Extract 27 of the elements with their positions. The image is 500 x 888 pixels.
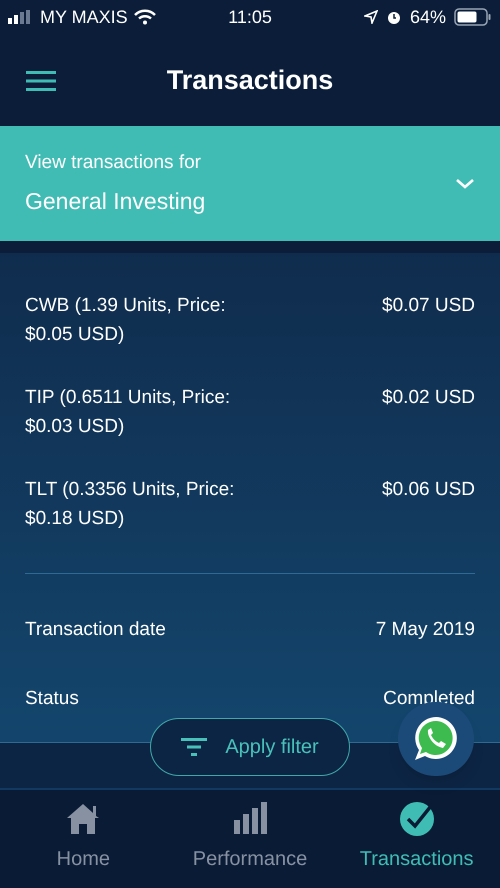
battery-icon	[454, 8, 492, 26]
tab-bar-item[interactable]: Transactions	[333, 790, 500, 888]
holding-amount: $0.06 USD	[382, 478, 475, 502]
holding-amount: $0.02 USD	[382, 386, 475, 410]
holding-amount: $0.07 USD	[382, 294, 475, 318]
detail-value: 7 May 2019	[376, 618, 475, 642]
clock-time: 11:05	[227, 6, 273, 28]
detail-label: Transaction date	[25, 618, 166, 642]
tab-bar-item[interactable]: Home	[0, 790, 167, 888]
screen-title: Transactions	[166, 64, 334, 97]
holding-description: TLT (0.3356 Units, Price: $0.18 USD)	[25, 478, 236, 531]
alarm-clock-icon	[386, 9, 402, 25]
menu-button[interactable]	[26, 68, 58, 94]
chevron-down-icon	[455, 178, 475, 190]
apply-filter-button[interactable]: Apply filter	[150, 718, 350, 776]
location-arrow-icon	[364, 10, 378, 24]
detail-label: Status	[25, 686, 79, 710]
menu-icon	[26, 71, 56, 91]
battery-percentage: 64%	[410, 6, 446, 28]
wifi-icon	[134, 9, 156, 25]
selector-label: View transactions for	[25, 151, 202, 175]
carrier-name: MY MAXIS	[40, 6, 128, 28]
holding-description: TIP (0.6511 Units, Price: $0.03 USD)	[25, 386, 232, 439]
selector-value: General Investing	[25, 186, 206, 216]
holding-description: CWB (1.39 Units, Price: $0.05 USD)	[25, 294, 227, 347]
filter-icon	[181, 738, 208, 756]
tab-bar-item[interactable]: Performance	[166, 790, 334, 888]
